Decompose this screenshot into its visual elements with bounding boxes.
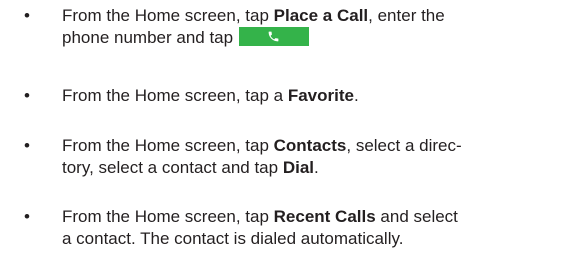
list-item-text: From the Home screen, tap Contacts, sele… [62, 135, 552, 179]
contacts-label: Contacts [273, 136, 347, 155]
bullet: • [24, 86, 30, 105]
list-item-text: From the Home screen, tap Place a Call, … [62, 5, 552, 49]
dial-button [239, 27, 310, 47]
text-line: From the Home screen, tap Place a Call, … [62, 5, 552, 27]
text-run: phone number and tap [62, 28, 234, 47]
bullet: • [24, 136, 30, 155]
text-run: From the Home screen, tap [62, 6, 274, 25]
text-line: a contact. The contact is dialed automat… [62, 228, 552, 250]
recent-calls-label: Recent Calls [273, 207, 376, 226]
favorite-label: Favorite [287, 86, 354, 105]
dial-label: Dial [282, 158, 314, 177]
text-line: From the Home screen, tap Recent Calls a… [62, 206, 552, 228]
text-line: tory, select a contact and tap Dial. [62, 157, 552, 179]
text-run: . [353, 86, 359, 105]
text-run: and select [375, 207, 458, 226]
text-run: , select a direc- [346, 136, 462, 155]
text-run: a contact. The contact is dialed automat… [62, 229, 404, 248]
bullet: • [24, 6, 30, 25]
text-run: From the Home screen, tap [62, 136, 274, 155]
text-run: , enter the [368, 6, 445, 25]
text-run: tory, select a contact and tap [62, 158, 283, 177]
list-item-text: From the Home screen, tap a Favorite. [62, 85, 552, 107]
text-line: From the Home screen, tap Contacts, sele… [62, 135, 552, 157]
text-run: From the Home screen, tap a [62, 86, 288, 105]
bullet: • [24, 207, 30, 226]
text-run: . [314, 158, 319, 177]
text-line: phone number and tap [62, 27, 552, 49]
phone-handset-icon [268, 31, 279, 42]
call-methods-list: • From the Home screen, tap Place a Call… [0, 0, 565, 258]
list-item-text: From the Home screen, tap Recent Calls a… [62, 206, 552, 250]
place-a-call-label: Place a Call [273, 6, 369, 25]
text-run: From the Home screen, tap [62, 207, 274, 226]
text-line: From the Home screen, tap a Favorite. [62, 85, 552, 107]
